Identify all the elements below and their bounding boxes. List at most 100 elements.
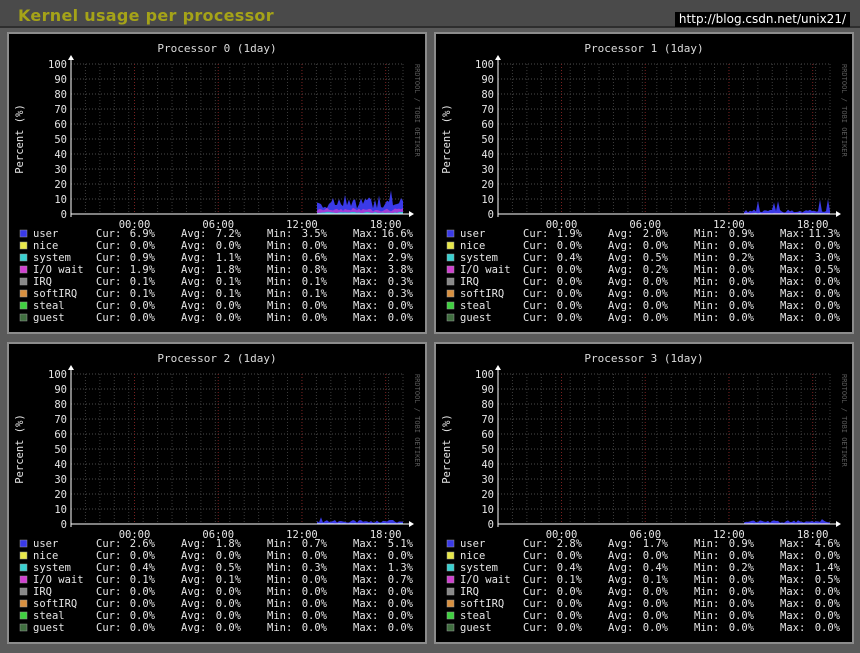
stat-avg: 0.0% [643, 550, 669, 562]
legend-name: nice [460, 240, 485, 252]
legend-row: steal Cur: 0.0% Avg: 0.0% Min: 0.0% Max: 0.0% [446, 300, 841, 312]
legend-row: steal Cur: 0.0% Avg: 0.0% Min: 0.0% Max: 0.0% [19, 610, 414, 622]
y-tick-label: 70 [54, 104, 67, 116]
y-tick-label: 50 [54, 134, 67, 146]
stat-label-max: Max: [353, 300, 378, 312]
stat-label-max: Max: [353, 276, 378, 288]
stat-min: 0.1% [302, 276, 328, 288]
stat-label-cur: Cur: [523, 550, 548, 562]
y-tick-label: 10 [54, 504, 67, 516]
y-tick-label: 40 [54, 149, 67, 161]
stat-label-cur: Cur: [96, 538, 121, 550]
y-tick-label: 100 [475, 369, 494, 381]
legend-name: IRQ [460, 586, 479, 598]
stat-min: 0.9% [729, 228, 755, 240]
stat-max: 0.0% [815, 288, 841, 300]
stat-cur: 2.6% [130, 538, 156, 550]
stat-label-avg: Avg: [181, 252, 206, 264]
stat-min: 0.2% [729, 252, 755, 264]
stat-min: 0.0% [729, 264, 755, 276]
stat-label-cur: Cur: [523, 228, 548, 240]
stat-label-max: Max: [780, 228, 805, 240]
stat-max: 4.6% [815, 538, 841, 550]
stat-min: 0.2% [729, 562, 755, 574]
stat-label-cur: Cur: [523, 300, 548, 312]
legend-swatch [446, 611, 455, 620]
stat-label-min: Min: [694, 312, 719, 324]
legend-swatch [19, 563, 28, 572]
stat-avg: 0.1% [216, 574, 242, 586]
legend-row: user Cur: 1.9% Avg: 2.0% Min: 0.9% Max: 11.3% [446, 228, 841, 240]
stat-label-max: Max: [353, 538, 378, 550]
y-tick-label: 90 [481, 74, 494, 86]
stat-max: 11.3% [808, 228, 840, 240]
stat-label-avg: Avg: [181, 312, 206, 324]
stat-min: 0.3% [302, 562, 328, 574]
stat-label-min: Min: [694, 276, 719, 288]
legend-name: IRQ [33, 276, 52, 288]
stat-avg: 1.8% [216, 264, 242, 276]
stat-label-max: Max: [780, 288, 805, 300]
stat-cur: 0.0% [130, 240, 156, 252]
legend-swatch [446, 563, 455, 572]
chart-2: Processor 2 (1day) RRDTOOL / TOBI OETIKER… [14, 352, 421, 634]
stat-avg: 0.0% [216, 598, 242, 610]
y-axis-label: Percent (%) [14, 104, 26, 174]
stat-label-cur: Cur: [96, 550, 121, 562]
stat-max: 5.1% [388, 538, 414, 550]
stat-label-max: Max: [780, 550, 805, 562]
legend-name: I/O wait [33, 574, 84, 586]
side-credit: RRDTOOL / TOBI OETIKER [413, 64, 421, 158]
stat-label-max: Max: [353, 622, 378, 634]
y-tick-label: 90 [54, 384, 67, 396]
y-tick-label: 0 [488, 519, 494, 531]
stat-label-min: Min: [267, 562, 292, 574]
stat-min: 0.0% [302, 610, 328, 622]
stat-min: 0.0% [302, 598, 328, 610]
stat-label-max: Max: [780, 300, 805, 312]
processor-panel-0: Processor 0 (1day) RRDTOOL / TOBI OETIKER… [7, 32, 427, 334]
legend-row: IRQ Cur: 0.0% Avg: 0.0% Min: 0.0% Max: 0.0% [446, 276, 841, 288]
legend-name: I/O wait [33, 264, 84, 276]
stat-cur: 0.0% [557, 598, 583, 610]
stat-max: 0.0% [388, 550, 414, 562]
stat-label-min: Min: [694, 598, 719, 610]
y-axis-arrow [495, 55, 501, 60]
legend-swatch [19, 623, 28, 632]
stat-label-min: Min: [694, 562, 719, 574]
legend-name: steal [460, 300, 492, 312]
stat-label-cur: Cur: [523, 312, 548, 324]
legend-swatch [19, 551, 28, 560]
legend-swatch [446, 277, 455, 286]
stat-min: 0.0% [302, 550, 328, 562]
series-user-area [744, 199, 830, 214]
legend-name: guest [460, 622, 492, 634]
stat-label-avg: Avg: [181, 586, 206, 598]
stat-label-avg: Avg: [608, 574, 633, 586]
stat-avg: 0.0% [643, 586, 669, 598]
stat-cur: 0.9% [130, 252, 156, 264]
y-tick-label: 0 [61, 519, 67, 531]
stat-min: 0.0% [302, 586, 328, 598]
y-tick-label: 20 [54, 489, 67, 501]
legend-swatch [19, 539, 28, 548]
legend-row: I/O wait Cur: 0.1% Avg: 0.1% Min: 0.0% Max: 0.5% [446, 574, 841, 586]
legend-name: nice [33, 240, 58, 252]
legend-swatch [19, 289, 28, 298]
stat-label-cur: Cur: [96, 312, 121, 324]
stat-max: 0.5% [815, 574, 841, 586]
stat-label-min: Min: [694, 574, 719, 586]
stat-cur: 0.0% [557, 300, 583, 312]
legend-swatch [446, 599, 455, 608]
y-tick-label: 80 [481, 89, 494, 101]
legend-name: IRQ [460, 276, 479, 288]
stat-max: 0.0% [388, 622, 414, 634]
stat-label-cur: Cur: [523, 586, 548, 598]
stat-cur: 0.4% [557, 562, 583, 574]
y-tick-label: 10 [481, 194, 494, 206]
stat-label-avg: Avg: [181, 538, 206, 550]
stat-min: 0.0% [729, 288, 755, 300]
stat-min: 0.8% [302, 264, 328, 276]
y-tick-label: 40 [481, 149, 494, 161]
stat-cur: 0.0% [130, 610, 156, 622]
